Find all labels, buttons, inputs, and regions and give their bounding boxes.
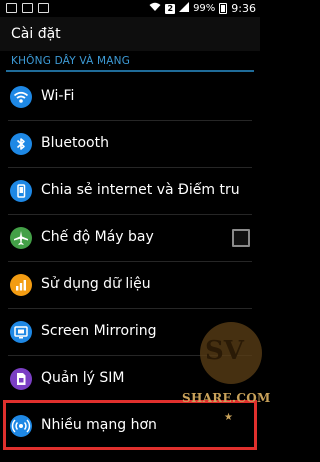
settings-item-label: Screen Mirroring (41, 323, 157, 339)
settings-item-label: Bluetooth (41, 135, 109, 151)
settings-item-label: Chế độ Máy bay (41, 229, 154, 245)
signal-icon (179, 2, 190, 15)
settings-item-label: Wi-Fi (41, 88, 75, 104)
bluetooth-icon (10, 133, 32, 155)
notification-icon (6, 3, 17, 13)
settings-item-label: Quản lý SIM (41, 370, 125, 386)
section-header: KHÔNG DÂY VÀ MẠNG (11, 55, 131, 67)
screen-mirroring-icon (10, 321, 32, 343)
tethering-icon (10, 180, 32, 202)
clock: 9:36 (231, 2, 256, 15)
notification-icons (6, 3, 49, 13)
wifi-status-icon (149, 2, 161, 15)
settings-item-data-usage[interactable]: Sử dụng dữ liệu (0, 262, 260, 309)
settings-item-bluetooth[interactable]: Bluetooth (0, 121, 260, 168)
action-bar: Cài đặt (0, 17, 260, 51)
settings-item-sim-manager[interactable]: Quản lý SIM (0, 356, 260, 403)
settings-item-label: Chia sẻ internet và Điểm tru (41, 182, 240, 198)
airplane-icon (10, 227, 32, 249)
settings-item-airplane-mode[interactable]: Chế độ Máy bay (0, 215, 260, 262)
data-usage-icon (10, 274, 32, 296)
sim-card-icon (10, 368, 32, 390)
highlight-box (3, 400, 257, 450)
battery-percent: 99% (193, 3, 216, 14)
image-notification-icon (22, 3, 33, 13)
sim-indicator: 2 (165, 3, 176, 14)
status-bar: 2 99% 9:36 (0, 0, 260, 17)
settings-item-screen-mirroring[interactable]: Screen Mirroring (0, 309, 260, 356)
airplane-mode-checkbox[interactable] (232, 229, 250, 247)
battery-icon (219, 3, 228, 14)
settings-item-label: Sử dụng dữ liệu (41, 276, 151, 292)
section-divider (6, 70, 254, 72)
gallery-notification-icon (38, 3, 49, 13)
page-title: Cài đặt (11, 26, 61, 42)
settings-item-tethering[interactable]: Chia sẻ internet và Điểm tru (0, 168, 260, 215)
wifi-icon (10, 86, 32, 108)
system-status: 2 99% 9:36 (149, 1, 256, 16)
settings-item-wifi[interactable]: Wi-Fi (0, 74, 260, 121)
